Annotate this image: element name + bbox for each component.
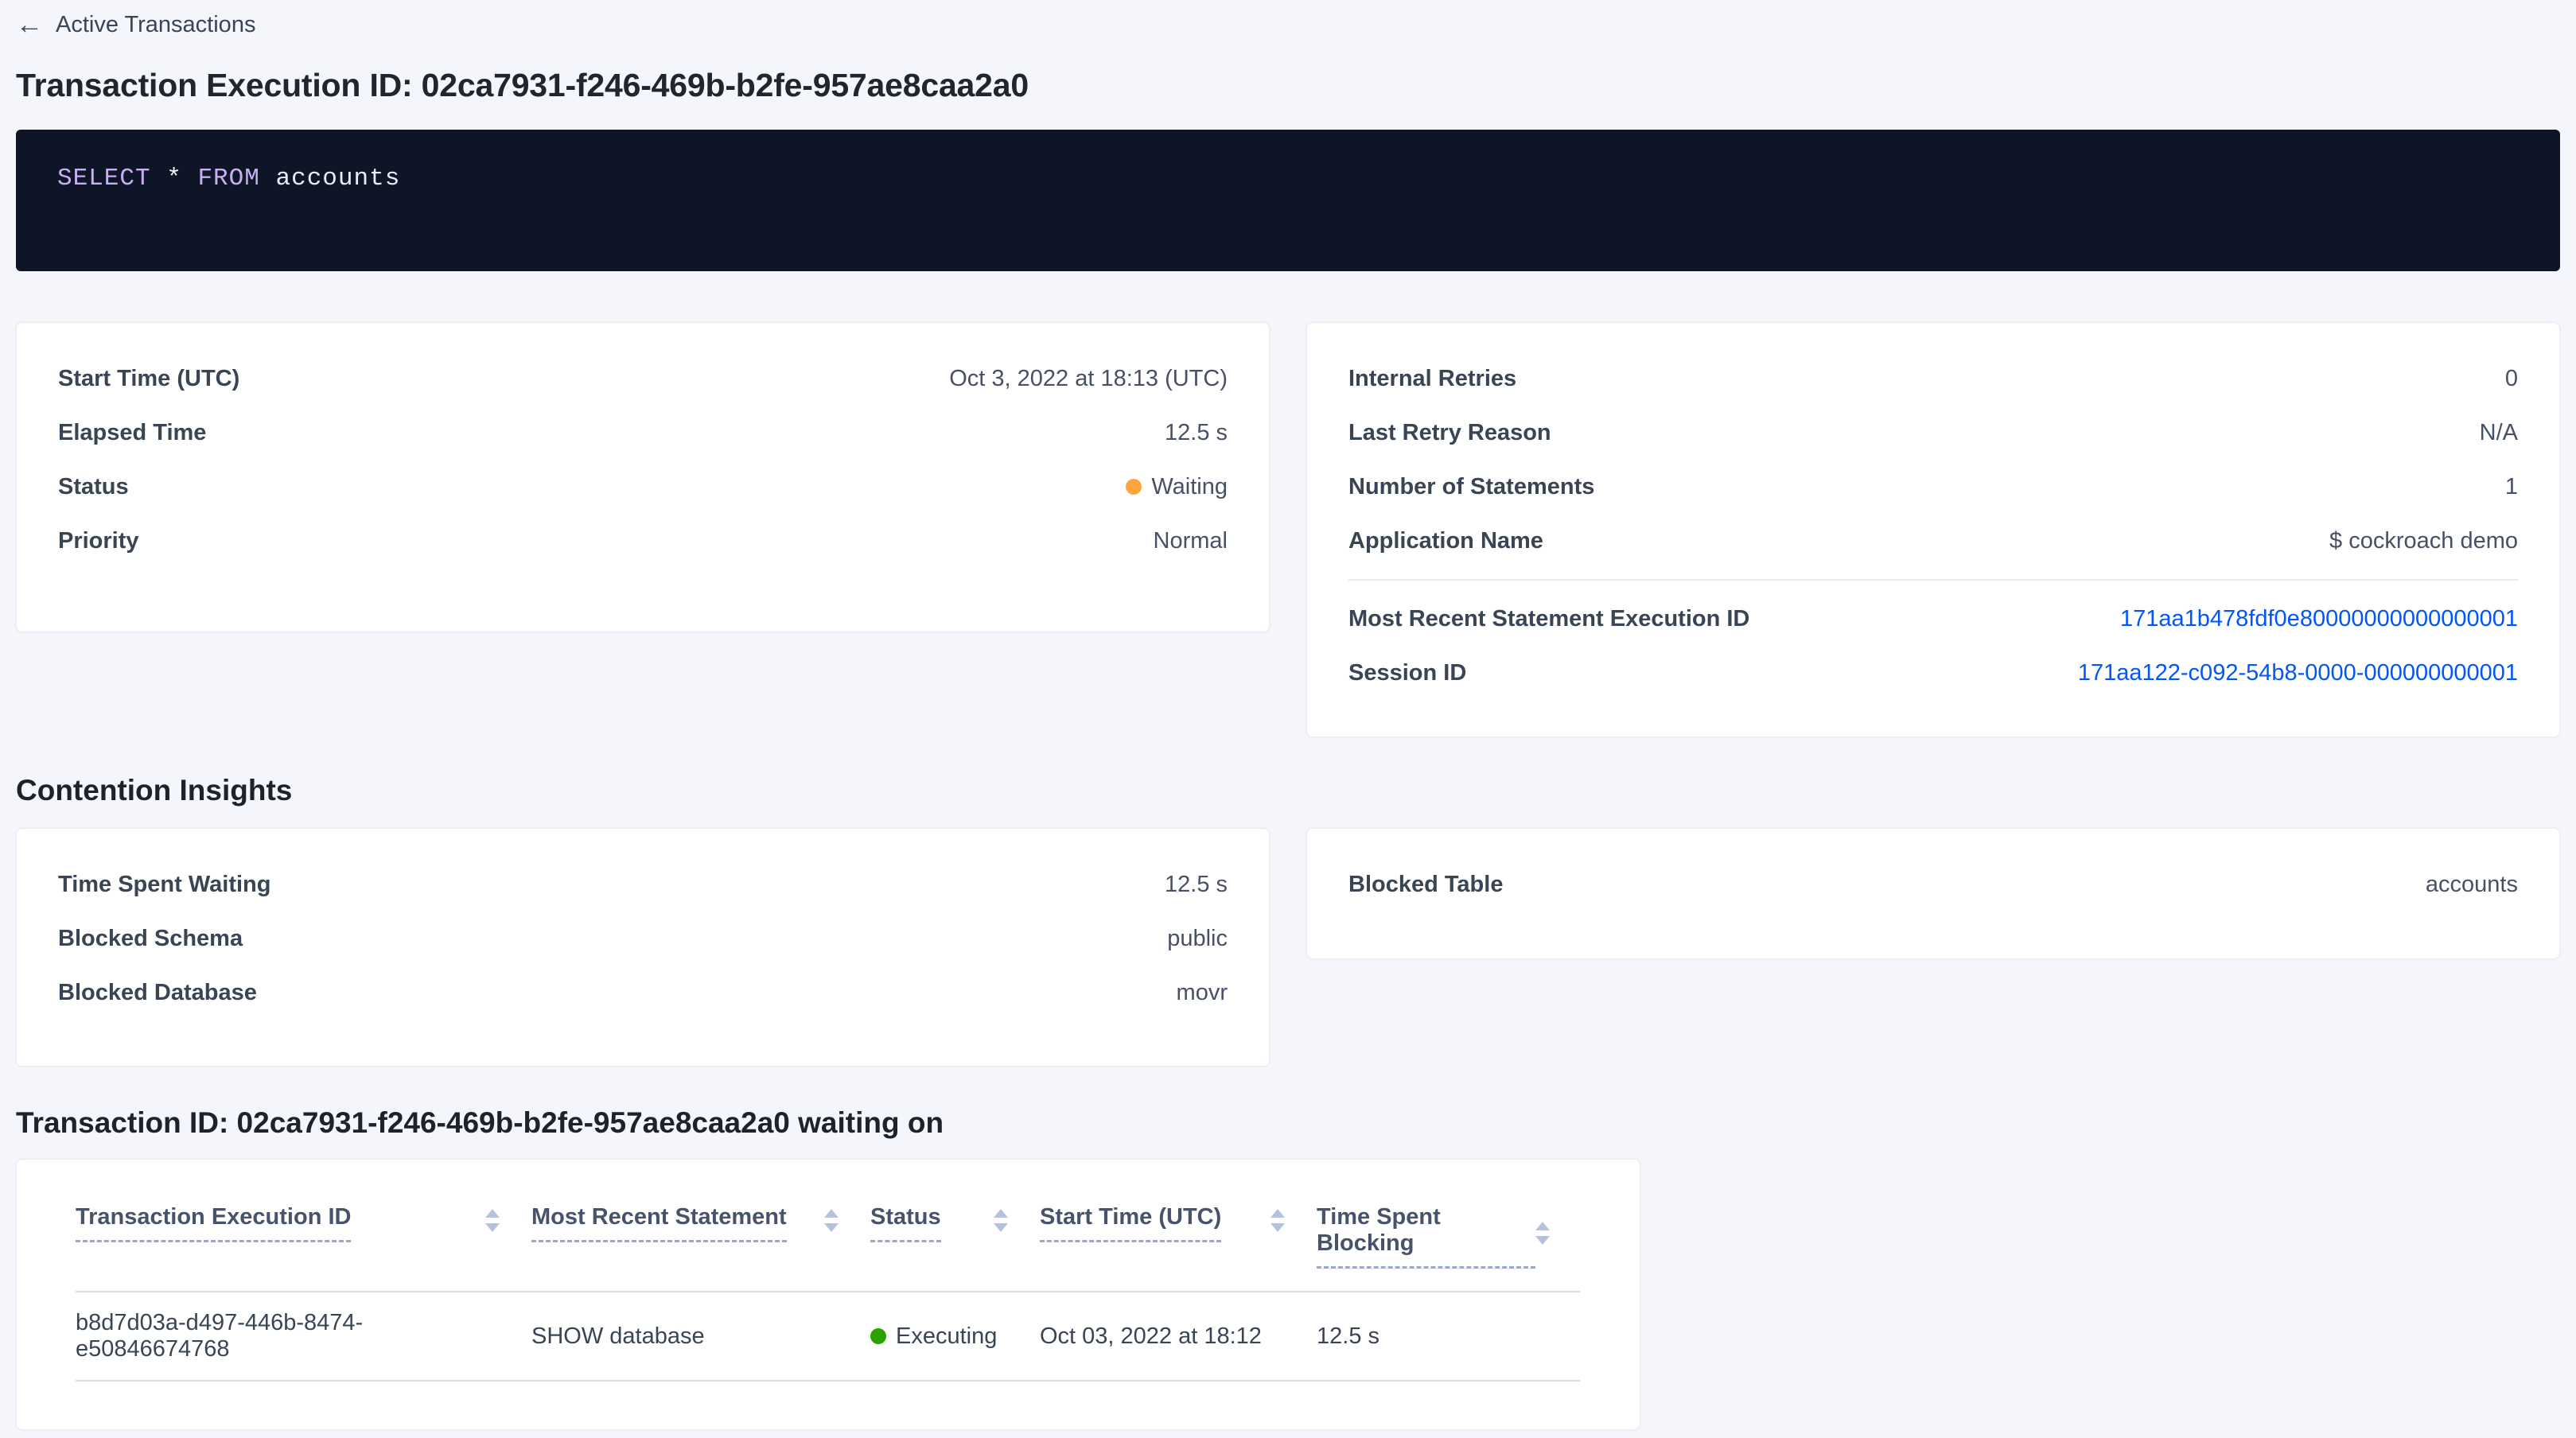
blocked-table-card: Blocked Table accounts (1306, 828, 2560, 959)
kv-label: Status (58, 474, 129, 500)
transaction-meta-card: Internal Retries 0 Last Retry Reason N/A… (1306, 322, 2560, 737)
column-header-label: Transaction Execution ID (76, 1204, 351, 1242)
sort-icon (994, 1209, 1008, 1232)
table-row: b8d7d03a-d497-446b-8474-e50846674768 SHO… (76, 1292, 1581, 1382)
kv-row-blocked-database: Blocked Database movr (58, 966, 1228, 1020)
kv-value: $ cockroach demo (2329, 528, 2518, 554)
kv-row-blocked-table: Blocked Table accounts (1348, 857, 2518, 911)
kv-row-application-name: Application Name $ cockroach demo (1348, 514, 2518, 568)
waiting-on-table-header: Transaction Execution ID Most Recent Sta… (76, 1204, 1581, 1292)
kv-value: 12.5 s (1165, 872, 1228, 898)
kv-value: movr (1177, 980, 1228, 1006)
kv-row-status: Status Waiting (58, 460, 1228, 514)
column-header-transaction-execution-id[interactable]: Transaction Execution ID (76, 1204, 531, 1242)
kv-label: Blocked Database (58, 980, 257, 1006)
page-title: Transaction Execution ID: 02ca7931-f246-… (16, 67, 2560, 104)
back-arrow-icon: ← (16, 11, 43, 38)
kv-label: Internal Retries (1348, 366, 1516, 392)
status-text: Waiting (1151, 474, 1228, 500)
kv-value: 12.5 s (1165, 420, 1228, 446)
kv-label: Most Recent Statement Execution ID (1348, 606, 1749, 632)
waiting-on-heading: Transaction ID: 02ca7931-f246-469b-b2fe-… (16, 1106, 2560, 1140)
sql-star-operator: * (166, 165, 182, 192)
sort-icon (485, 1209, 500, 1232)
kv-row-number-of-statements: Number of Statements 1 (1348, 460, 2518, 514)
kv-value: Oct 3, 2022 at 18:13 (UTC) (949, 366, 1228, 392)
kv-row-time-spent-waiting: Time Spent Waiting 12.5 s (58, 857, 1228, 911)
sql-statement-box: SELECT * FROM accounts (16, 130, 2560, 271)
column-header-label: Status (870, 1204, 941, 1242)
kv-label: Application Name (1348, 528, 1543, 554)
cell-start-time: Oct 03, 2022 at 18:12 (1040, 1323, 1317, 1350)
kv-label: Number of Statements (1348, 474, 1594, 500)
kv-label: Blocked Schema (58, 926, 243, 952)
waiting-on-table-card: Transaction Execution ID Most Recent Sta… (16, 1159, 1640, 1430)
kv-value: accounts (2426, 872, 2518, 898)
sort-icon (1535, 1222, 1550, 1245)
back-link[interactable]: ← Active Transactions (16, 11, 255, 38)
cell-status: Executing (870, 1323, 1040, 1350)
kv-row-start-time: Start Time (UTC) Oct 3, 2022 at 18:13 (U… (58, 352, 1228, 406)
kv-label: Start Time (UTC) (58, 366, 239, 392)
session-id-link[interactable]: 171aa122-c092-54b8-0000-000000000001 (2078, 660, 2518, 686)
kv-label: Session ID (1348, 660, 1466, 686)
transaction-details-page: ← Active Transactions Transaction Execut… (0, 0, 2576, 1438)
back-link-label: Active Transactions (56, 12, 255, 38)
kv-row-last-retry-reason: Last Retry Reason N/A (1348, 406, 2518, 460)
kv-label: Blocked Table (1348, 872, 1503, 898)
sql-keyword-from: FROM (197, 165, 259, 192)
contention-details-card: Time Spent Waiting 12.5 s Blocked Schema… (16, 828, 1270, 1067)
overview-cards-row: Start Time (UTC) Oct 3, 2022 at 18:13 (U… (16, 322, 2560, 737)
kv-row-priority: Priority Normal (58, 514, 1228, 568)
kv-value: public (1167, 926, 1228, 952)
kv-value: 0 (2505, 366, 2518, 392)
kv-value: N/A (2480, 420, 2518, 446)
kv-value: 1 (2505, 474, 2518, 500)
cell-most-recent-statement: SHOW database (531, 1323, 870, 1350)
sql-keyword-select: SELECT (57, 165, 151, 192)
status-badge: Waiting (1126, 474, 1228, 500)
sort-icon (824, 1209, 839, 1232)
status-waiting-dot-icon (1126, 479, 1142, 495)
sql-table-identifier: accounts (275, 165, 400, 192)
status-text: Executing (896, 1323, 997, 1350)
sort-icon (1270, 1209, 1285, 1232)
kv-label: Elapsed Time (58, 420, 206, 446)
kv-row-internal-retries: Internal Retries 0 (1348, 352, 2518, 406)
transaction-overview-card: Start Time (UTC) Oct 3, 2022 at 18:13 (U… (16, 322, 1270, 632)
column-header-label: Time Spent Blocking (1317, 1204, 1535, 1269)
column-header-time-spent-blocking[interactable]: Time Spent Blocking (1317, 1204, 1582, 1269)
cell-transaction-execution-id: b8d7d03a-d497-446b-8474-e50846674768 (76, 1310, 531, 1362)
kv-label: Last Retry Reason (1348, 420, 1551, 446)
statement-execution-id-link[interactable]: 171aa1b478fdf0e80000000000000001 (2120, 606, 2518, 632)
column-header-start-time[interactable]: Start Time (UTC) (1040, 1204, 1317, 1242)
column-header-label: Start Time (UTC) (1040, 1204, 1221, 1242)
contention-cards-row: Time Spent Waiting 12.5 s Blocked Schema… (16, 828, 2560, 1067)
status-executing-dot-icon (870, 1328, 886, 1344)
kv-row-elapsed-time: Elapsed Time 12.5 s (58, 406, 1228, 460)
kv-row-statement-execution-id: Most Recent Statement Execution ID 171aa… (1348, 592, 2518, 646)
kv-row-session-id: Session ID 171aa122-c092-54b8-0000-00000… (1348, 646, 2518, 700)
kv-value: Normal (1154, 528, 1228, 554)
kv-label: Priority (58, 528, 139, 554)
column-header-label: Most Recent Statement (531, 1204, 787, 1242)
kv-label: Time Spent Waiting (58, 872, 270, 898)
sql-statement: SELECT * FROM accounts (57, 165, 400, 192)
contention-insights-heading: Contention Insights (16, 774, 2560, 807)
column-header-status[interactable]: Status (870, 1204, 1040, 1242)
column-header-most-recent-statement[interactable]: Most Recent Statement (531, 1204, 870, 1242)
kv-row-blocked-schema: Blocked Schema public (58, 911, 1228, 966)
cell-time-spent-blocking: 12.5 s (1317, 1323, 1582, 1350)
card-divider (1348, 579, 2518, 581)
